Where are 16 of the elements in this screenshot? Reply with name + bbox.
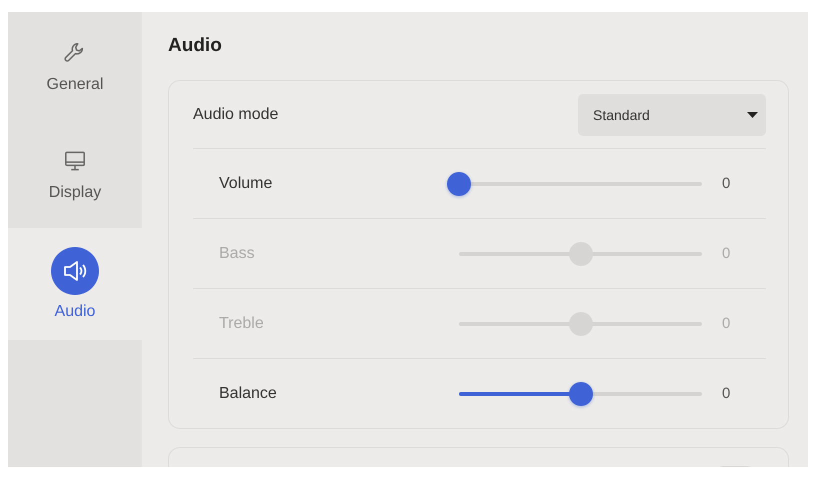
audio-mode-label: Audio mode: [193, 106, 278, 124]
caret-icon: [747, 112, 758, 118]
slider-thumb[interactable]: [568, 382, 592, 406]
slider-value: 0: [722, 245, 730, 262]
slider-thumb[interactable]: [447, 172, 471, 196]
slider-label: Treble: [219, 314, 265, 332]
speaker-icon: [51, 247, 99, 295]
audio-mode-dropdown[interactable]: Standard: [578, 94, 766, 136]
page-title: Audio: [168, 34, 223, 58]
slider-value: 0: [722, 315, 730, 332]
slider-label: Volume: [219, 174, 274, 192]
slider-value: 0: [722, 385, 730, 402]
sidebar-item[interactable]: Audio: [8, 228, 142, 340]
slider-label: Balance: [219, 384, 278, 402]
slider-label: Bass: [219, 244, 256, 262]
slider-value: 0: [722, 175, 730, 192]
